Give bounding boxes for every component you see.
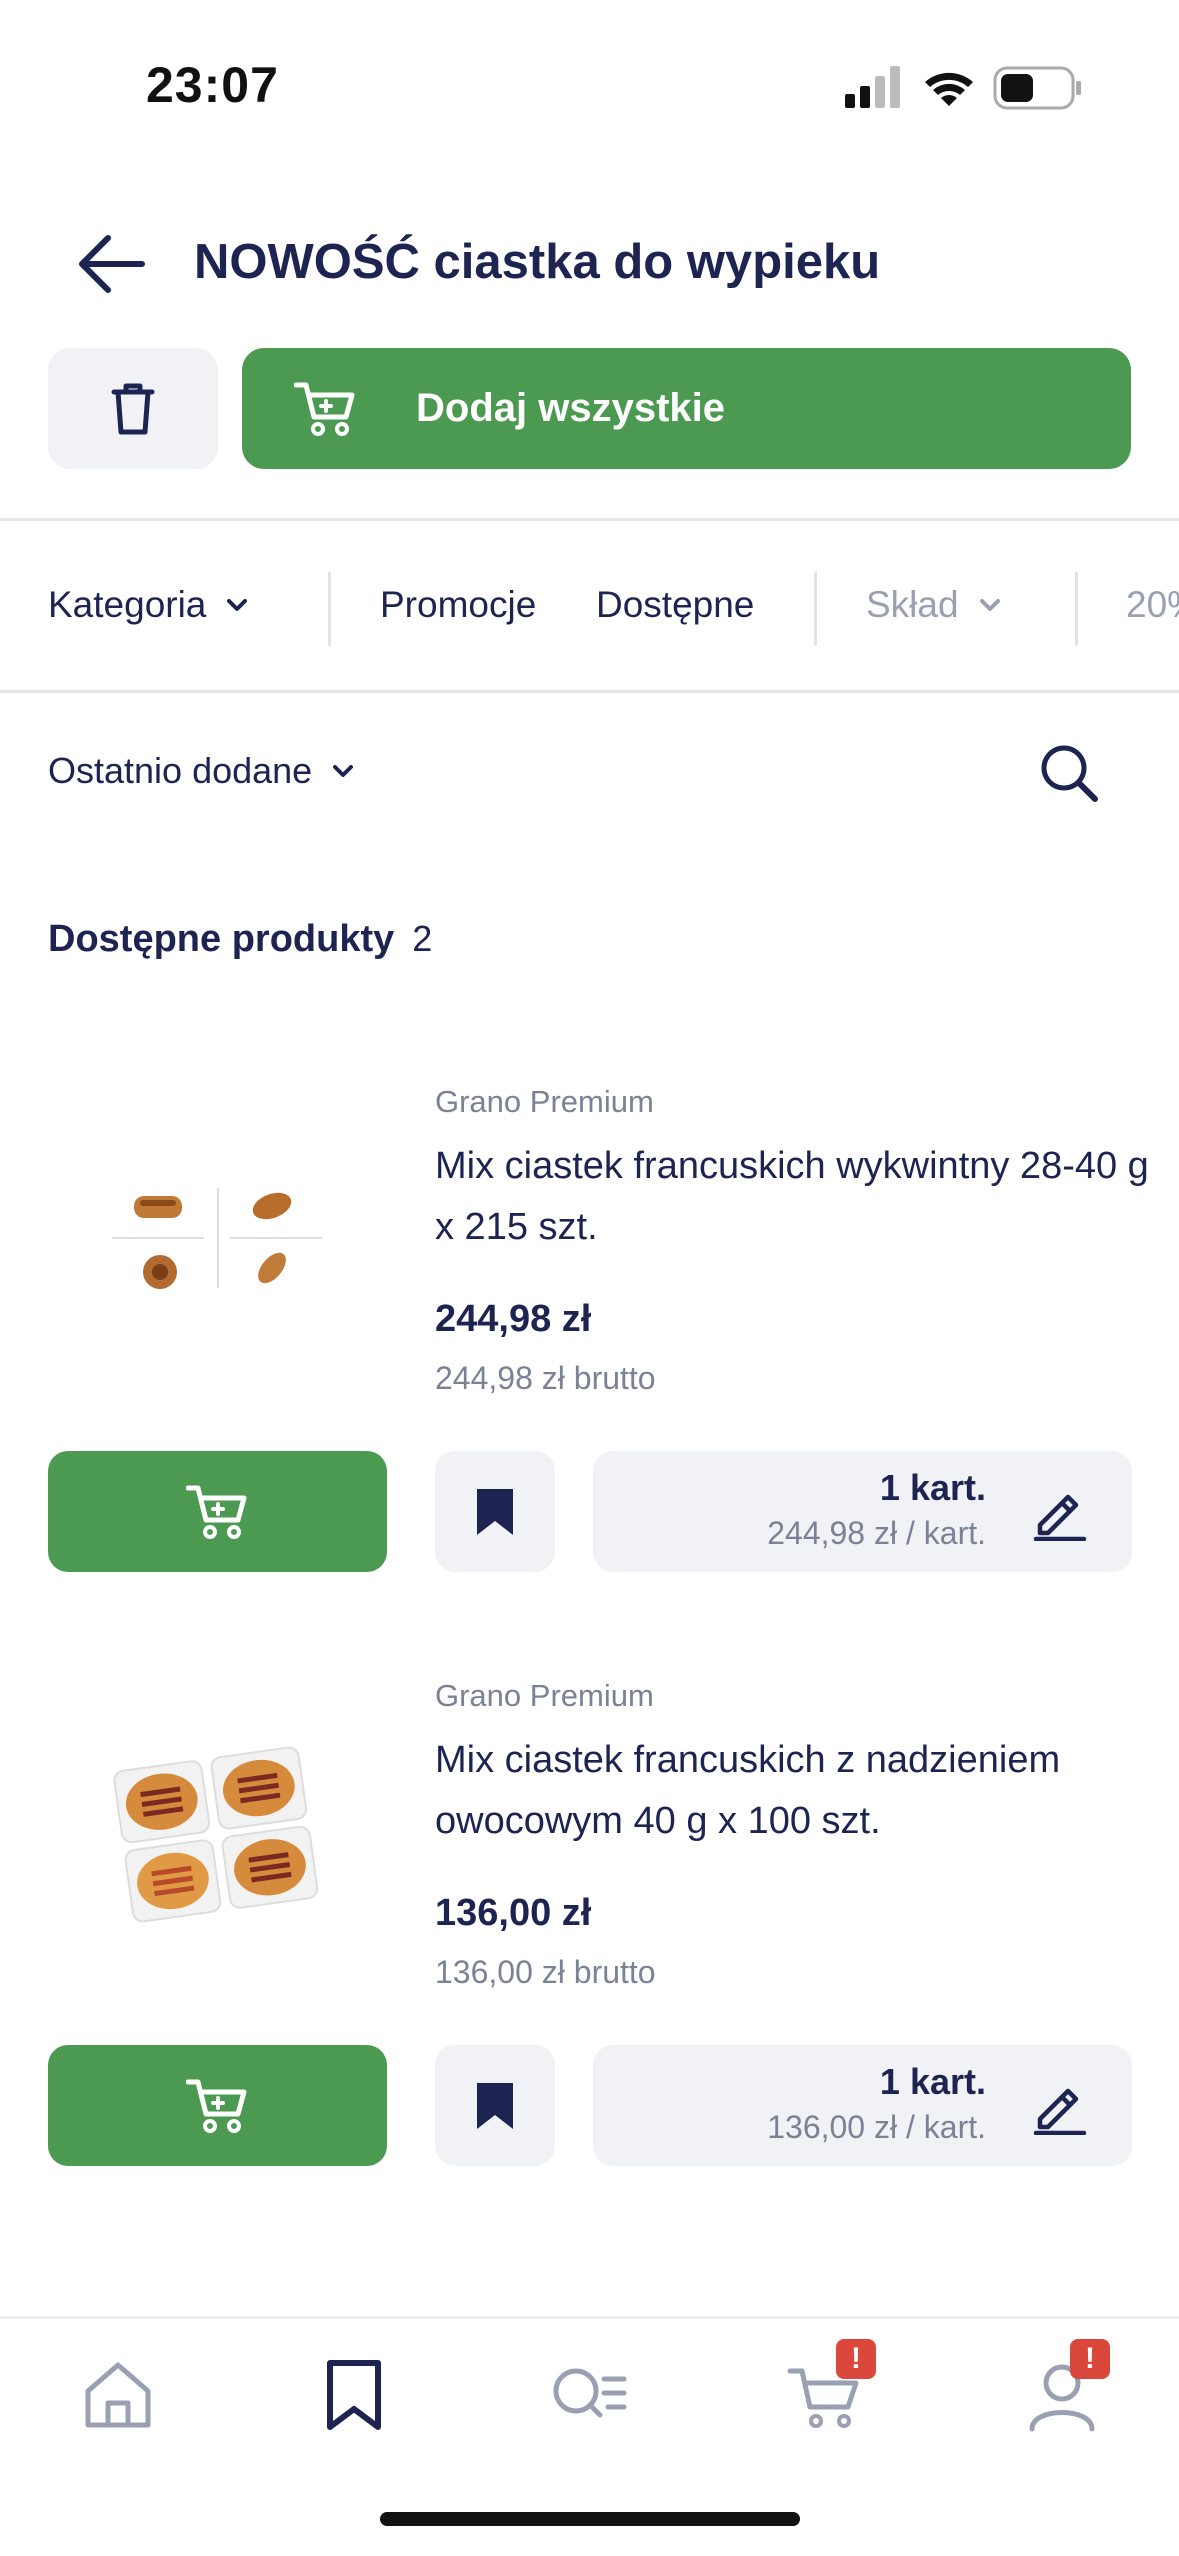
sort-dropdown[interactable]: Ostatnio dodane (48, 750, 356, 792)
wifi-icon (925, 72, 973, 106)
product-price: 244,98 zł (435, 1298, 592, 1340)
chevron-down-icon (333, 765, 354, 777)
quantity-selector[interactable]: 1 kart. 244,98 zł / kart. (593, 1451, 1132, 1572)
profile-badge: ! (1070, 2339, 1110, 2379)
status-icons (845, 66, 1081, 110)
chevron-down-icon (979, 599, 1000, 611)
status-time: 23:07 (146, 57, 279, 113)
bookmark-icon (477, 1488, 513, 1535)
cart-icon (185, 2079, 246, 2133)
filter-composition[interactable]: Skład (866, 584, 1003, 626)
page-title: NOWOŚĆ ciastka do wypieku (194, 235, 881, 289)
trash-icon (111, 383, 155, 434)
filter-percent[interactable]: 20% (1126, 584, 1179, 626)
chevron-down-icon (227, 599, 248, 611)
product-brand: Grano Premium (435, 1678, 654, 1713)
bookmark-button[interactable] (435, 2045, 555, 2166)
unit-price: 136,00 zł / kart. (767, 2109, 986, 2145)
filter-separator (814, 572, 817, 646)
cart-icon (294, 382, 355, 436)
edit-pencil-icon[interactable] (1032, 1485, 1088, 1541)
filter-category[interactable]: Kategoria (48, 584, 250, 626)
filter-composition-label: Skład (866, 584, 959, 625)
quantity-value: 1 kart. (879, 2061, 986, 2102)
delete-list-button[interactable] (48, 348, 218, 469)
product-name[interactable]: Mix ciastek francuskich wykwintny 28-40 … (435, 1136, 1155, 1258)
unit-price: 244,98 zł / kart. (767, 1515, 986, 1551)
cart-badge: ! (836, 2339, 876, 2379)
filter-separator (1075, 572, 1078, 646)
edit-pencil-icon[interactable] (1032, 2079, 1088, 2135)
product-brand: Grano Premium (435, 1084, 654, 1119)
cart-icon (185, 1485, 246, 1539)
filter-available[interactable]: Dostępne (596, 584, 754, 626)
add-all-label: Dodaj wszystkie (416, 386, 726, 430)
add-to-cart-button[interactable] (48, 1451, 387, 1572)
quantity-selector[interactable]: 1 kart. 136,00 zł / kart. (593, 2045, 1132, 2166)
section-count: 2 (412, 918, 433, 959)
filter-separator (328, 572, 331, 646)
divider (0, 518, 1179, 521)
home-icon[interactable] (78, 2355, 158, 2435)
back-arrow-icon[interactable] (76, 232, 146, 296)
add-all-button[interactable]: Dodaj wszystkie (242, 348, 1131, 469)
filter-promotions[interactable]: Promocje (380, 584, 536, 626)
product-gross-price: 244,98 zł brutto (435, 1360, 656, 1396)
sort-label: Ostatnio dodane (48, 750, 313, 791)
product-image[interactable] (104, 1136, 334, 1336)
product-image[interactable] (104, 1728, 334, 1928)
quantity-value: 1 kart. (879, 1467, 986, 1508)
search-icon[interactable] (1038, 742, 1100, 804)
bookmark-list-icon[interactable] (314, 2355, 394, 2435)
signal-icon (845, 66, 900, 108)
filter-category-label: Kategoria (48, 584, 207, 625)
section-title-label: Dostępne produkty (48, 918, 395, 960)
add-to-cart-button[interactable] (48, 2045, 387, 2166)
filter-bar: Kategoria Promocje Dostępne Skład 20% (0, 522, 1179, 690)
battery-icon (993, 66, 1081, 110)
section-title: Dostępne produkty 2 (48, 918, 432, 961)
product-price: 136,00 zł (435, 1892, 592, 1934)
divider (0, 690, 1179, 693)
product-name[interactable]: Mix ciastek francuskich z nadzieniem owo… (435, 1730, 1155, 1852)
product-gross-price: 136,00 zł brutto (435, 1954, 656, 1990)
bookmark-button[interactable] (435, 1451, 555, 1572)
home-indicator (380, 2512, 800, 2526)
search-list-icon[interactable] (548, 2355, 628, 2435)
bookmark-icon (477, 2082, 513, 2129)
